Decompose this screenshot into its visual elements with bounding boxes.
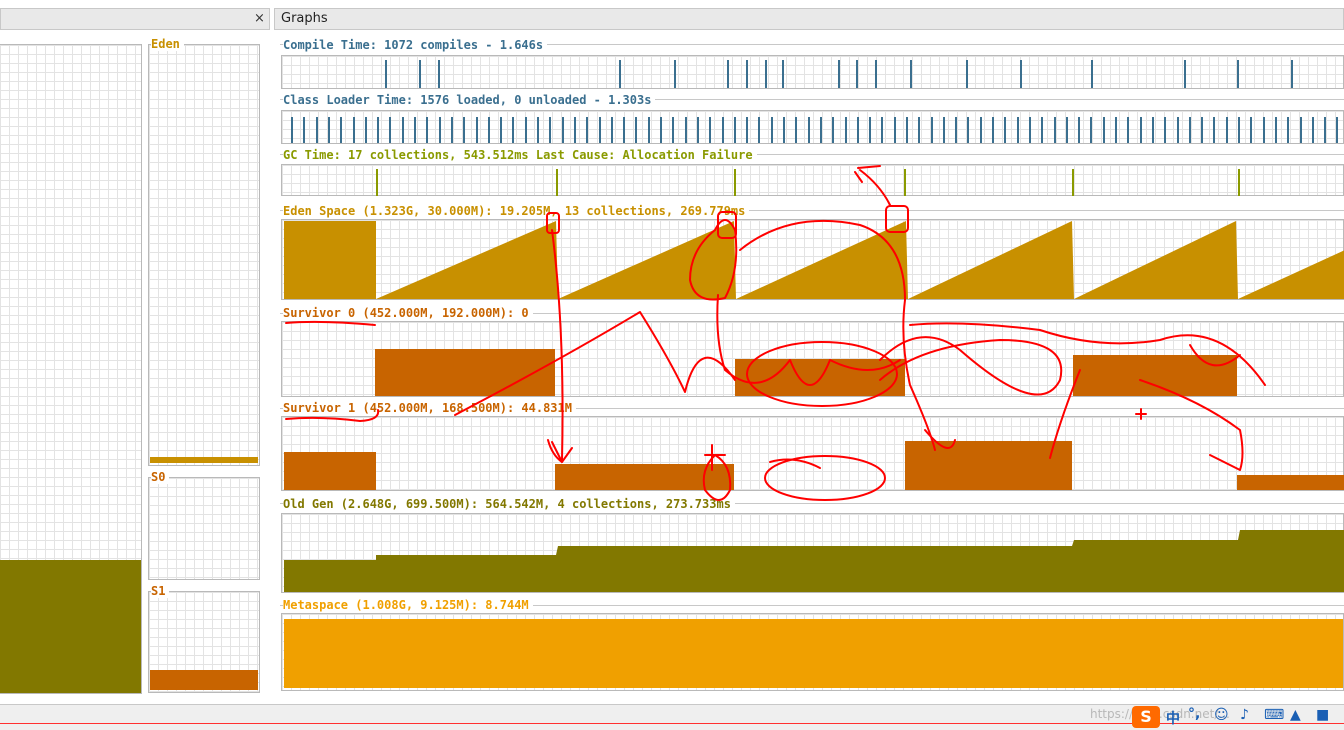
annotation-plus [1135,408,1147,420]
ime-mode-icon[interactable]: 中 [1166,708,1180,728]
annotation-underline-s1 [285,409,380,422]
annotation-line-5 [1049,369,1081,459]
annotation-underline-s0 [285,320,376,326]
annotation-line-3 [739,219,936,451]
annotation-loop-1 [689,219,738,301]
annotation-line-7 [1189,344,1241,367]
annotation-box-3 [885,205,909,233]
annotation-line-2 [716,294,901,386]
punctuation-icon[interactable]: °, [1188,706,1200,722]
annotation-ellipse-1 [746,341,898,407]
annotation-line-4 [909,322,1266,386]
annotation-arrow-down-1 [551,229,573,463]
annotation-overlay [285,165,1266,501]
emoji-icon[interactable]: ☺ [1214,707,1229,723]
toolbox-icon[interactable]: ■ [1316,707,1329,723]
skin-icon[interactable]: ▲ [1290,707,1301,723]
sogou-s-icon[interactable]: S [1132,706,1160,728]
microphone-icon[interactable]: ♪ [1240,707,1249,723]
annotation-line-6 [1139,379,1244,471]
annotation-ellipse-2 [764,455,886,501]
status-bar: https://blog.csdn.net/... S 中 °, ☺ ♪ ⌨ ▲… [0,704,1344,730]
annotation-box-2 [717,211,737,239]
keyboard-icon[interactable]: ⌨ [1264,707,1284,723]
annotation-loop-3 [702,444,732,501]
annotation-line-1 [454,311,736,416]
annotation-arrow-up [854,165,891,206]
